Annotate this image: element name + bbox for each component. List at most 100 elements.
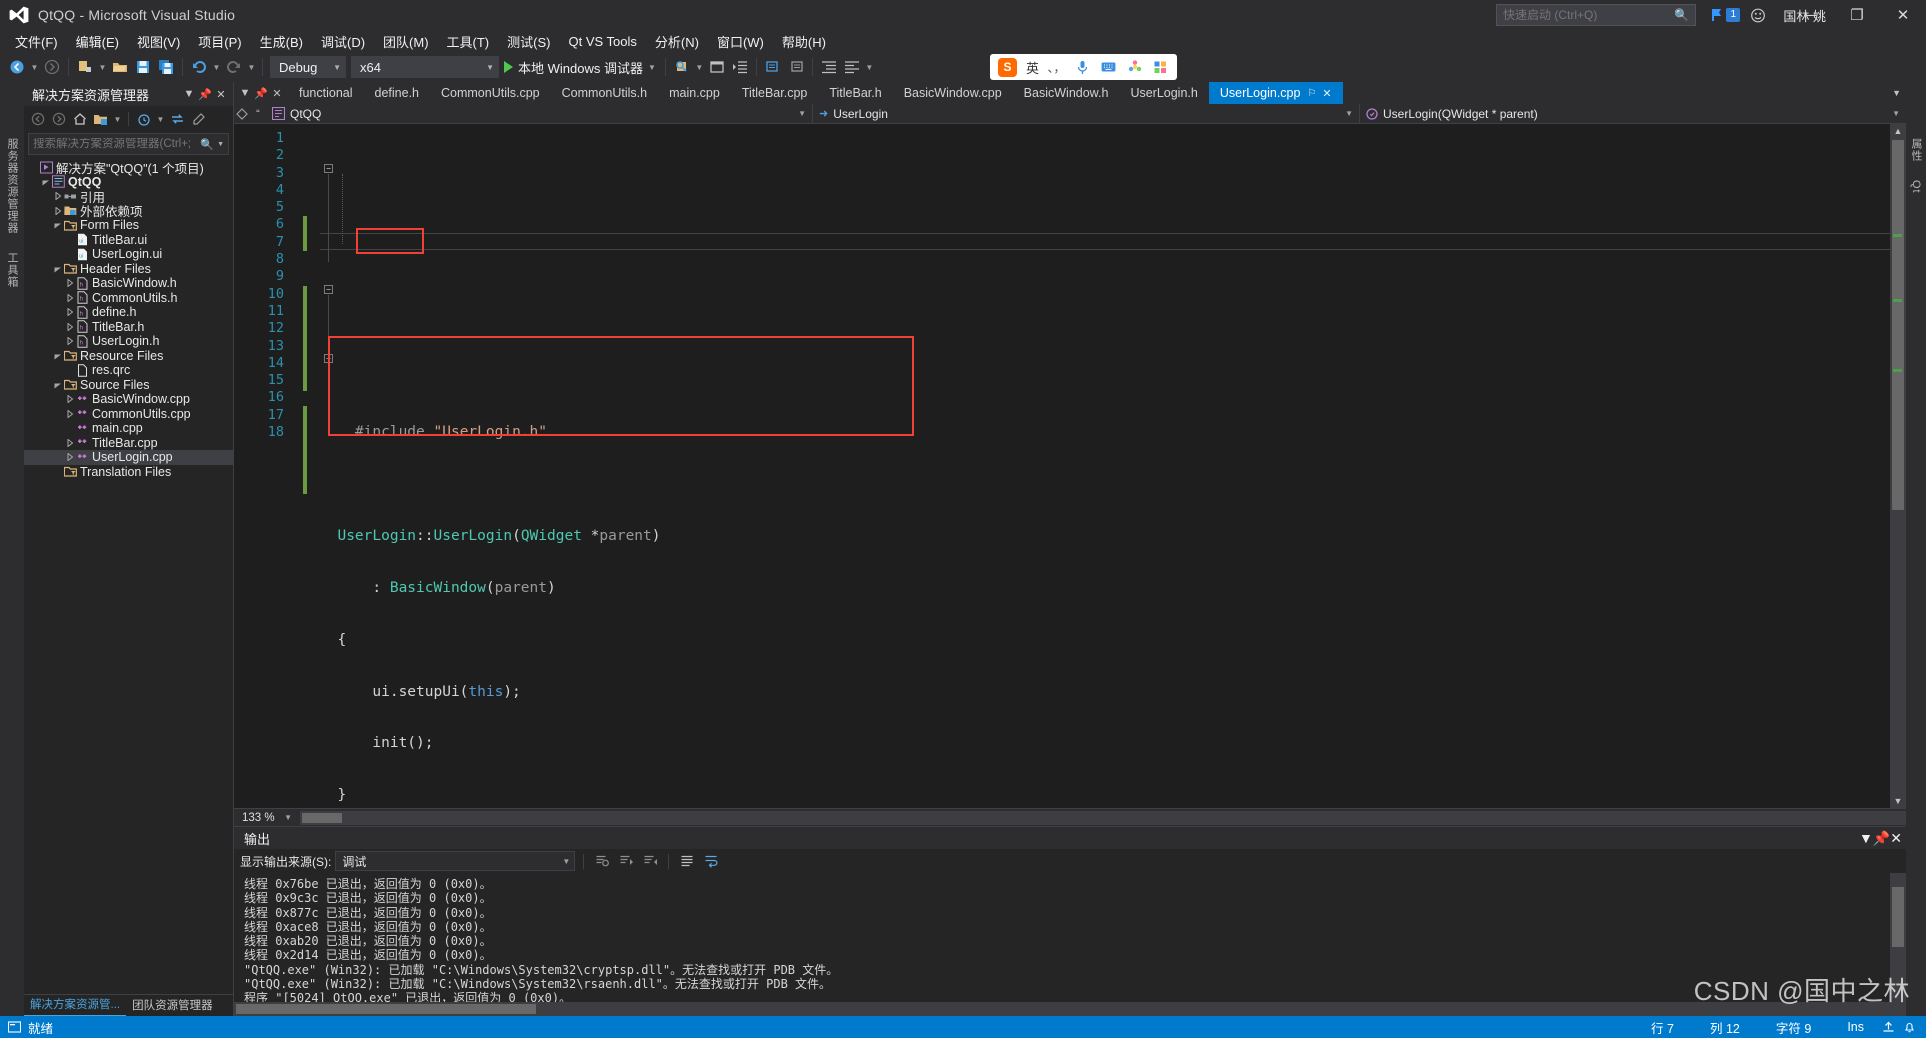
twisty-collapsed-icon[interactable] — [64, 409, 75, 418]
increase-indent-icon[interactable] — [729, 56, 751, 78]
tree-item-main.cpp[interactable]: main.cpp — [24, 421, 233, 436]
menu-tools[interactable]: 工具(T) — [438, 30, 499, 53]
minimize-button[interactable]: ─ — [1788, 0, 1834, 30]
attach-dropdown-icon[interactable]: ▼ — [694, 56, 705, 78]
redo-dropdown-icon[interactable]: ▼ — [246, 56, 257, 78]
tree-item-commonutils.h[interactable]: h CommonUtils.h — [24, 291, 233, 306]
publish-icon[interactable] — [1882, 1021, 1895, 1034]
menu-edit[interactable]: 编辑(E) — [67, 30, 128, 53]
rail-tab-server-explorer[interactable]: 服务器资源管理器 — [4, 138, 20, 234]
editor-vertical-scrollbar[interactable]: ▲ ▼ — [1890, 124, 1906, 808]
output-text[interactable]: 线程 0x76be 已退出，返回值为 0 (0x0)。 线程 0x9c3c 已退… — [234, 873, 1906, 1002]
twisty-collapsed-icon[interactable] — [64, 293, 75, 302]
save-icon[interactable] — [132, 56, 154, 78]
close-button[interactable]: ✕ — [1880, 0, 1926, 30]
twisty-collapsed-icon[interactable] — [64, 453, 75, 462]
menu-debug[interactable]: 调试(D) — [312, 30, 374, 53]
format-document-icon[interactable] — [841, 56, 863, 78]
hscroll-thumb[interactable] — [302, 812, 342, 823]
twisty-collapsed-icon[interactable] — [64, 438, 75, 447]
twisty-collapsed-icon[interactable] — [64, 308, 75, 317]
fold-collapse-icon-line3[interactable]: − — [324, 164, 333, 173]
scroll-up-arrow-icon[interactable]: ▲ — [1892, 126, 1904, 136]
twisty-expanded-icon[interactable] — [52, 352, 63, 360]
editor-tab-basicwindow-cpp[interactable]: BasicWindow.cpp — [892, 82, 1013, 104]
tree-item-userlogin.ui[interactable]: ui UserLogin.ui — [24, 247, 233, 262]
bell-icon[interactable] — [1903, 1021, 1916, 1034]
window-layout-icon[interactable] — [706, 56, 728, 78]
clear-all-icon[interactable] — [677, 851, 697, 871]
start-debugging-button[interactable]: 本地 Windows 调试器 ▼ — [500, 56, 660, 78]
twisty-collapsed-icon[interactable] — [52, 192, 63, 201]
ime-toolbar[interactable]: S 英 、， — [990, 54, 1178, 80]
zoom-level-combo[interactable]: 133 % ▼ — [234, 812, 296, 824]
editor-tab-basicwindow-h[interactable]: BasicWindow.h — [1012, 82, 1120, 104]
editor-tab-main-cpp[interactable]: main.cpp — [658, 82, 731, 104]
tree-item-commonutils.cpp[interactable]: CommonUtils.cpp — [24, 407, 233, 422]
pin-icon[interactable]: 📌 — [254, 83, 268, 103]
twisty-collapsed-icon[interactable] — [64, 337, 75, 346]
toolbar-overflow-icon[interactable]: ▼ — [864, 56, 875, 78]
close-icon[interactable]: ✕ — [1890, 830, 1902, 847]
show-all-files-icon[interactable] — [91, 109, 110, 129]
twisty-expanded-icon[interactable] — [40, 178, 51, 186]
tree-item-translation-files[interactable]: Translation Files — [24, 465, 233, 480]
preview-icon[interactable] — [234, 104, 250, 124]
editor-tab-titlebar-cpp[interactable]: TitleBar.cpp — [730, 82, 819, 104]
scroll-down-arrow-icon[interactable]: ▼ — [1892, 796, 1904, 806]
editor-tab-userlogin-h[interactable]: UserLogin.h — [1119, 82, 1209, 104]
feedback-smiley-icon[interactable] — [1750, 8, 1766, 23]
maximize-button[interactable]: ❐ — [1834, 0, 1880, 30]
tree-item-userlogin.cpp[interactable]: UserLogin.cpp — [24, 450, 233, 465]
skin-icon[interactable] — [1126, 59, 1143, 76]
new-item-icon[interactable] — [74, 56, 96, 78]
twisty-expanded-icon[interactable] — [52, 221, 63, 229]
tree-item-resource-files[interactable]: Resource Files — [24, 349, 233, 364]
punctuation-icon[interactable]: 、， — [1048, 59, 1066, 76]
chevron-down-icon[interactable]: ▼ — [217, 141, 224, 148]
chevron-down-icon[interactable]: ▼ — [238, 83, 252, 103]
code-text-area[interactable]: − − − #include "UserLogin.h" UserLogin::… — [320, 124, 1906, 808]
tree-item-basicwindow.cpp[interactable]: BasicWindow.cpp — [24, 392, 233, 407]
tab-close-icon[interactable]: ✕ — [1322, 87, 1331, 100]
twisty-expanded-icon[interactable] — [52, 265, 63, 273]
new-item-dropdown-icon[interactable]: ▼ — [97, 56, 108, 78]
fold-collapse-icon-line14[interactable]: − — [324, 354, 333, 363]
navigate-forward-icon[interactable] — [41, 56, 63, 78]
tree-item-form-files[interactable]: Form Files — [24, 218, 233, 233]
menu-window[interactable]: 窗口(W) — [708, 30, 773, 53]
twisty-expanded-icon[interactable] — [52, 381, 63, 389]
tree-item-titlebar.h[interactable]: h TitleBar.h — [24, 320, 233, 335]
output-vertical-scrollbar[interactable] — [1890, 873, 1906, 1002]
editor-scroll-thumb[interactable] — [1892, 140, 1904, 510]
menu-analyze[interactable]: 分析(N) — [646, 30, 708, 53]
editor-tab-commonutils-h[interactable]: CommonUtils.h — [550, 82, 659, 104]
tree-item--qtqq-1-[interactable]: 解决方案"QtQQ"(1 个项目) — [24, 160, 233, 176]
back-dropdown-icon[interactable]: ▼ — [29, 56, 40, 78]
quick-launch-input[interactable] — [1503, 8, 1671, 22]
pin-icon[interactable]: 📌 — [197, 85, 213, 103]
menu-test[interactable]: 测试(S) — [498, 30, 559, 53]
undo-dropdown-icon[interactable]: ▼ — [211, 56, 222, 78]
chevron-down-icon[interactable]: ▼ — [648, 63, 656, 72]
go-to-previous-icon[interactable] — [616, 851, 636, 871]
code-editor[interactable]: 1 2 3 4 5 6 7 8 9 10 11 12 13 14 15 16 17 18 − − − — [234, 124, 1906, 808]
ime-mode-label[interactable]: 英 — [1026, 58, 1039, 77]
attach-to-process-icon[interactable] — [671, 56, 693, 78]
editor-tab-titlebar-h[interactable]: TitleBar.h — [818, 82, 893, 104]
open-folder-icon[interactable] — [109, 56, 131, 78]
back-icon[interactable] — [28, 109, 47, 129]
chevron-down-icon[interactable]: ▼ — [112, 108, 123, 130]
close-icon[interactable]: ✕ — [270, 83, 284, 103]
uncomment-icon[interactable] — [785, 56, 807, 78]
twisty-collapsed-icon[interactable] — [64, 395, 75, 404]
menu-team[interactable]: 团队(M) — [374, 30, 438, 53]
tab-pin-icon[interactable]: ⚐ — [1307, 88, 1316, 99]
solution-tree[interactable]: 解决方案"QtQQ"(1 个项目) QtQQ 引用 外部依赖项 Form Files ui… — [24, 158, 233, 994]
tree-item-userlogin.h[interactable]: h UserLogin.h — [24, 334, 233, 349]
keyboard-icon[interactable] — [1100, 59, 1117, 76]
ime-menu-icon[interactable] — [1152, 59, 1169, 76]
comment-icon[interactable] — [762, 56, 784, 78]
go-to-next-icon[interactable] — [640, 851, 660, 871]
rail-tab-toolbox[interactable]: 工具箱 — [4, 252, 20, 288]
